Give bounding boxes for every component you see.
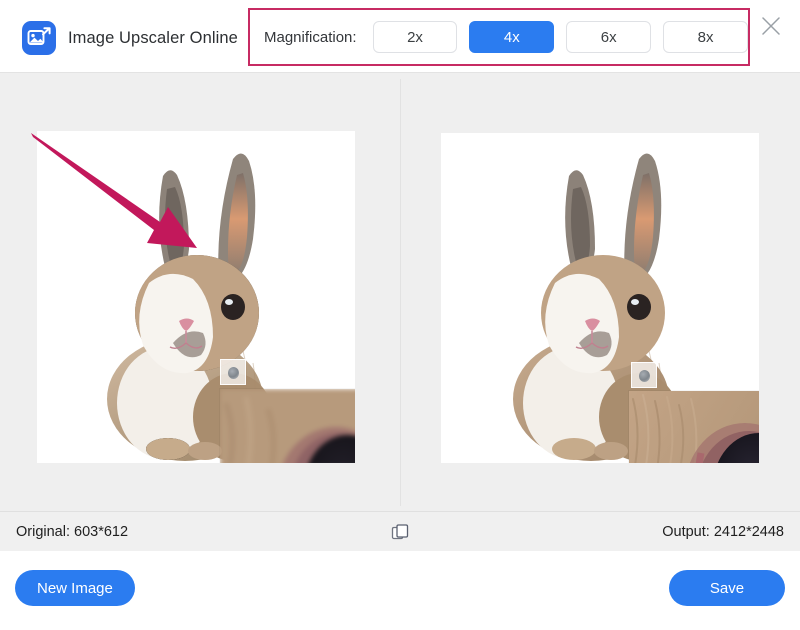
magnifier-selection-box[interactable] <box>220 359 246 385</box>
magnification-option-2x[interactable]: 2x <box>372 21 458 53</box>
new-image-button[interactable]: New Image <box>15 570 135 606</box>
loupe-pupil <box>639 370 650 382</box>
image-upscaler-dialog: Image Upscaler Online Magnification: 2x … <box>0 0 800 630</box>
upscaled-detail-sharp <box>629 391 759 463</box>
close-button[interactable] <box>754 10 788 44</box>
magnification-option-4x[interactable]: 4x <box>469 21 555 53</box>
magnification-control: Magnification: 2x 4x 6x 8x <box>250 10 748 64</box>
status-bar: Original: 603*612 Output: 2412*2448 <box>0 511 800 551</box>
magnification-option-6x[interactable]: 6x <box>566 21 652 53</box>
upscaled-preview-pane[interactable] <box>400 73 800 511</box>
preview-canvas <box>0 72 800 511</box>
dialog-header: Image Upscaler Online Magnification: 2x … <box>0 0 800 72</box>
original-detail-blurry <box>220 389 355 463</box>
magnification-option-8x[interactable]: 8x <box>663 21 748 53</box>
app-brand: Image Upscaler Online <box>22 21 238 55</box>
save-button[interactable]: Save <box>669 570 785 606</box>
original-size-label: Original: 603*612 <box>16 523 129 540</box>
original-photo-card <box>37 131 355 463</box>
compare-copy-icon[interactable] <box>389 521 411 543</box>
magnification-highlight-box: Magnification: 2x 4x 6x 8x <box>248 8 750 66</box>
image-upscale-icon <box>22 21 56 55</box>
dialog-footer: New Image Save <box>0 551 800 630</box>
page-title: Image Upscaler Online <box>68 28 238 47</box>
upscaled-photo-card <box>441 133 759 463</box>
magnification-label: Magnification: <box>264 28 357 46</box>
close-icon <box>759 14 783 41</box>
original-preview-pane[interactable] <box>0 73 400 511</box>
output-size-label: Output: 2412*2448 <box>662 523 784 540</box>
loupe-pupil <box>228 367 239 379</box>
magnifier-selection-box[interactable] <box>631 362 657 388</box>
